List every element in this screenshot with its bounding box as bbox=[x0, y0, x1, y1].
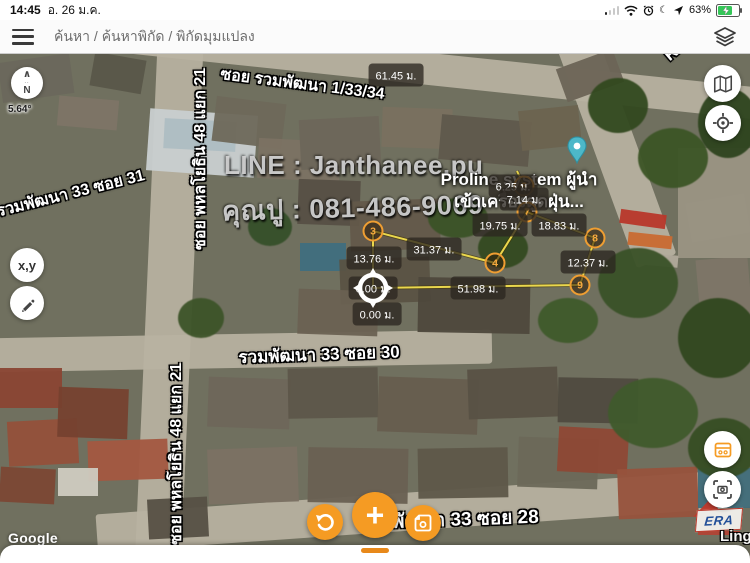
plus-icon: + bbox=[366, 499, 385, 531]
moon-icon: ☾ bbox=[659, 5, 668, 16]
era-tag: Ling bbox=[720, 528, 750, 545]
map-icon bbox=[712, 74, 734, 94]
xy-coordinates-button[interactable]: x,y bbox=[10, 248, 44, 282]
menu-button[interactable] bbox=[12, 29, 34, 45]
compass-button[interactable]: ∧··N bbox=[11, 67, 43, 99]
compass-bearing: 5.64° bbox=[8, 104, 31, 115]
map-type-button[interactable] bbox=[704, 65, 741, 102]
google-attribution: Google bbox=[8, 530, 58, 546]
gps-target-icon bbox=[712, 112, 734, 134]
add-point-button[interactable]: + bbox=[352, 492, 398, 538]
breadcrumb[interactable]: ค้นหา / ค้นหาพิกัด / พิกัดมุมแปลง bbox=[54, 26, 255, 48]
wifi-icon bbox=[624, 5, 638, 16]
card-icon bbox=[713, 441, 733, 459]
clock-time: 14:45 bbox=[10, 3, 41, 17]
measure-vertex-9[interactable]: 9 bbox=[570, 275, 591, 296]
save-image-button[interactable] bbox=[405, 505, 441, 541]
cursor-reticle[interactable] bbox=[350, 265, 396, 311]
layers-button[interactable] bbox=[712, 25, 738, 49]
undo-icon bbox=[315, 513, 335, 531]
parcel-card-button[interactable] bbox=[704, 431, 741, 468]
date-label: อ. 26 ม.ค. bbox=[48, 1, 101, 20]
compass-icon: ∧··N bbox=[23, 71, 31, 95]
undo-button[interactable] bbox=[307, 504, 343, 540]
camera-scan-icon bbox=[712, 479, 733, 500]
sheet-handle[interactable] bbox=[361, 548, 389, 553]
status-bar: 14:45 อ. 26 ม.ค. ☾ 63% bbox=[0, 0, 750, 20]
app-toolbar: ค้นหา / ค้นหาพิกัด / พิกัดมุมแปลง bbox=[0, 20, 750, 54]
measure-vertex-3[interactable]: 3 bbox=[363, 221, 384, 242]
bottom-sheet[interactable] bbox=[0, 545, 750, 563]
distance-label: 7.14 ม. bbox=[500, 188, 549, 211]
battery-percent: 63% bbox=[689, 4, 711, 16]
alarm-icon bbox=[643, 5, 654, 16]
screenshot-button[interactable] bbox=[704, 471, 741, 508]
gps-locate-button[interactable] bbox=[705, 105, 741, 141]
distance-label: 12.37 ม. bbox=[561, 251, 616, 274]
poi-pin-icon[interactable] bbox=[566, 136, 588, 164]
measure-vertex-8[interactable]: 8 bbox=[585, 228, 606, 249]
pencil-icon bbox=[18, 294, 36, 312]
distance-label: 31.37 ม. bbox=[407, 238, 462, 261]
distance-label: 61.45 ม. bbox=[369, 64, 424, 87]
distance-label: 18.83 ม. bbox=[532, 214, 587, 237]
measure-vertex-4[interactable]: 4 bbox=[485, 253, 506, 274]
distance-label: 19.75 ม. bbox=[473, 214, 528, 237]
save-image-icon bbox=[413, 513, 433, 533]
location-arrow-icon bbox=[673, 5, 684, 16]
distance-label: 51.98 ม. bbox=[451, 277, 506, 300]
signal-icon bbox=[605, 5, 620, 15]
xy-label: x,y bbox=[18, 258, 36, 273]
draw-button[interactable] bbox=[10, 286, 44, 320]
map-canvas[interactable]: ซอย รวมพัฒนา 1/33/34รวมพัฒนา 33 ซอย 31ซอ… bbox=[0, 0, 750, 563]
battery-icon bbox=[716, 4, 740, 17]
